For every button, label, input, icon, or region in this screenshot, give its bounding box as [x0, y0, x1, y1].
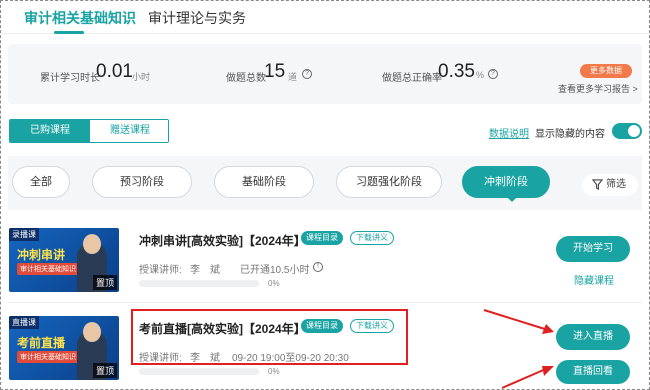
filter-label: 筛选	[606, 179, 626, 190]
more-report-link[interactable]: 查看更多学习报告 >	[558, 82, 638, 95]
data-explain-link[interactable]: 数据说明	[489, 125, 529, 140]
subject-tabs: 审计相关基础知识 审计理论与实务	[0, 0, 650, 34]
enter-live-button[interactable]: 进入直播	[556, 324, 630, 350]
thumb-tag: 直播课	[9, 316, 39, 329]
active-stage-pointer	[506, 196, 518, 202]
stage-sprint[interactable]: 冲刺阶段	[462, 166, 550, 198]
progress-text: 0%	[268, 367, 280, 376]
progress-bar	[139, 280, 259, 287]
course-thumbnail[interactable]: 直播课 考前直播 审计相关基础知识 置顶	[9, 316, 119, 380]
progress-bar	[139, 368, 259, 375]
help-icon[interactable]: ?	[488, 69, 498, 79]
questions-label: 做题总数	[226, 73, 266, 84]
tab-gifted[interactable]: 赠送课程	[90, 120, 168, 142]
info-icon[interactable]: !	[313, 262, 323, 272]
stage-preview[interactable]: 预习阶段	[92, 166, 192, 198]
hide-course-link[interactable]: 隐藏课程	[574, 272, 614, 287]
study-time-label: 累计学习时长	[40, 73, 100, 84]
filter-button[interactable]: 筛选	[582, 174, 638, 196]
filter-icon	[592, 179, 603, 190]
course-card: 录播课 冲刺串讲 审计相关基础知识 置顶 冲刺串讲[高效实验]【2024年】 课…	[0, 218, 650, 302]
help-icon[interactable]: ?	[302, 69, 312, 79]
active-tab-indicator	[54, 31, 84, 34]
thumb-title: 考前直播	[17, 336, 66, 350]
course-title[interactable]: 冲刺串讲[高效实验]【2024年】	[139, 232, 306, 249]
teacher-name: 李 斌	[190, 265, 220, 276]
show-hidden-toggle[interactable]	[612, 123, 642, 139]
teacher-head	[83, 322, 101, 342]
pin-badge[interactable]: 置顶	[92, 363, 117, 378]
arrow-icon	[483, 309, 554, 389]
catalog-badge[interactable]: 课程目录	[301, 231, 343, 245]
teacher-label: 授课讲师:	[139, 265, 182, 276]
highlight-box	[131, 309, 408, 365]
accuracy-unit: %	[476, 70, 485, 80]
teacher-head	[83, 234, 101, 254]
stage-basic[interactable]: 基础阶段	[214, 166, 314, 198]
show-hidden-label: 显示隐藏的内容	[535, 129, 605, 140]
pin-badge[interactable]: 置顶	[92, 275, 117, 290]
start-learning-button[interactable]: 开始学习	[556, 236, 630, 262]
stage-all[interactable]: 全部	[12, 166, 70, 198]
accuracy-label: 做题总正确率	[382, 73, 442, 84]
opened-hours: 已开通10.5小时	[240, 265, 310, 276]
tab-purchased[interactable]: 已购课程	[10, 120, 90, 142]
stage-filter-bar: 全部 预习阶段 基础阶段 习题强化阶段 冲刺阶段	[8, 156, 642, 210]
course-type-tabs: 已购课程 赠送课程	[9, 119, 169, 143]
study-time-unit: 小时	[132, 72, 151, 82]
toggle-knob	[628, 125, 640, 137]
questions-unit: 道	[288, 72, 298, 82]
study-time-value: 0.01	[96, 61, 133, 82]
thumb-tag: 录播课	[9, 228, 39, 241]
download-badge[interactable]: 下载讲义	[350, 231, 394, 245]
tab-audit-basics[interactable]: 审计相关基础知识	[24, 8, 136, 28]
study-stats-panel: 累计学习时长 0.01 小时 做题总数 15 道 ? 做题总正确率 0.35 %…	[8, 44, 642, 104]
questions-value: 15	[264, 61, 286, 82]
accuracy-value: 0.35	[438, 61, 475, 82]
progress-text: 0%	[268, 279, 280, 288]
live-replay-button[interactable]: 直播回看	[556, 360, 630, 384]
thumb-title: 冲刺串讲	[17, 248, 66, 262]
thumb-subtitle: 审计相关基础知识	[17, 351, 79, 363]
stage-practice[interactable]: 习题强化阶段	[336, 166, 442, 198]
course-thumbnail[interactable]: 录播课 冲刺串讲 审计相关基础知识 置顶	[9, 228, 119, 292]
tab-audit-theory[interactable]: 审计理论与实务	[148, 8, 246, 28]
more-data-button[interactable]: 更多数据	[580, 64, 632, 78]
thumb-subtitle: 审计相关基础知识	[17, 263, 79, 275]
